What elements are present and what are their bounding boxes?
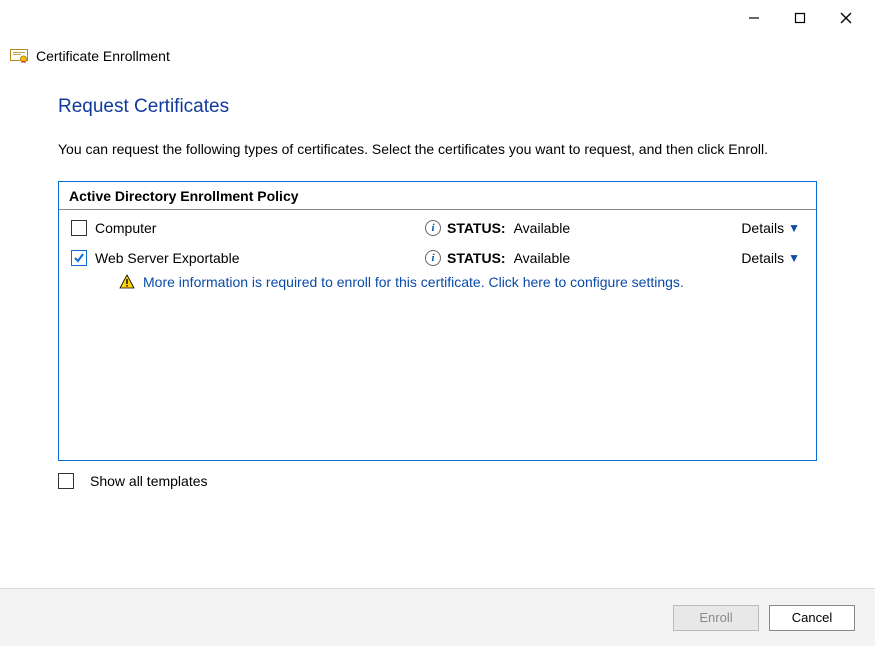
policy-box: Active Directory Enrollment Policy Compu… [58,181,817,461]
chevron-down-icon: ▼ [788,221,800,235]
certificate-icon [10,49,28,63]
maximize-button[interactable] [777,2,823,34]
policy-header: Active Directory Enrollment Policy [59,182,816,210]
details-label: Details [741,250,784,266]
info-icon: i [425,220,441,236]
details-toggle-computer[interactable]: Details ▼ [741,220,802,236]
show-all-label: Show all templates [90,473,208,489]
page-heading: Request Certificates [58,96,817,118]
window-title: Certificate Enrollment [36,48,170,64]
status-value: Available [514,220,571,236]
checkbox-computer[interactable] [71,220,87,236]
details-label: Details [741,220,784,236]
info-icon: i [425,250,441,266]
footer: Enroll Cancel [0,588,875,646]
status-label: STATUS: [447,220,506,236]
checkbox-web-server[interactable] [71,250,87,266]
status-value: Available [514,250,571,266]
certificate-name: Computer [95,220,425,236]
show-all-row: Show all templates [0,461,875,501]
cancel-button[interactable]: Cancel [769,605,855,631]
certificate-row-web-server: Web Server Exportable i STATUS: Availabl… [59,240,816,270]
status-cell: i STATUS: Available [425,220,741,236]
close-button[interactable] [823,2,869,34]
page-description: You can request the following types of c… [58,140,798,159]
details-toggle-web-server[interactable]: Details ▼ [741,250,802,266]
enroll-button[interactable]: Enroll [673,605,759,631]
status-label: STATUS: [447,250,506,266]
chevron-down-icon: ▼ [788,251,800,265]
configure-settings-link[interactable]: More information is required to enroll f… [143,274,684,290]
checkbox-show-all[interactable] [58,473,74,489]
certificate-row-computer: Computer i STATUS: Available Details ▼ [59,210,816,240]
content-area: Request Certificates You can request the… [0,72,875,461]
warning-row: More information is required to enroll f… [59,270,816,300]
status-cell: i STATUS: Available [425,250,741,266]
titlebar [0,0,875,36]
certificate-name: Web Server Exportable [95,250,425,266]
minimize-button[interactable] [731,2,777,34]
warning-icon [119,274,135,290]
header: Certificate Enrollment [0,36,875,72]
